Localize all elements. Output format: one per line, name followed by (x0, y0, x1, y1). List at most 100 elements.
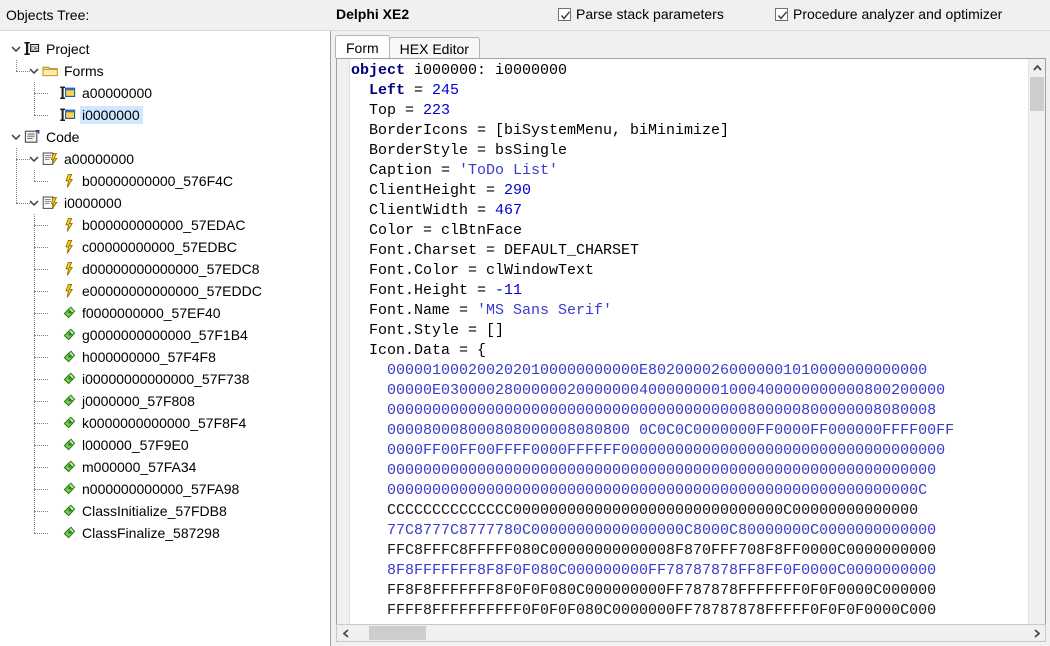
code-line: 000080008000808000008080800 0C0C0C000000… (351, 421, 1029, 441)
tree-item-code[interactable]: Code (0, 126, 330, 148)
tree-guide-line (34, 214, 36, 533)
code-line: FFC8FFFC8FFFFF080C00000000000008F870FFF7… (351, 541, 1029, 561)
procedure-icon (60, 217, 78, 233)
tree-item-h000000000-57f4f8[interactable]: h000000000_57F4F8 (0, 346, 330, 368)
code-token: Caption = (351, 162, 460, 179)
tree-item-label: ClassFinalize_587298 (82, 525, 220, 541)
tree-item-label: i0000000 (64, 195, 122, 211)
code-vertical-scrollbar[interactable] (1028, 59, 1045, 641)
tree-item-e00000000000000-57eddc[interactable]: e00000000000000_57EDDC (0, 280, 330, 302)
method-icon (60, 349, 78, 365)
parse-stack-parameters-checkbox[interactable]: Parse stack parameters (558, 6, 724, 22)
method-icon (60, 503, 78, 519)
code-token: CCCCCCCCCCCCCC00000000000000000000000000… (351, 502, 919, 519)
tree-item-b000000000000-57edac[interactable]: b000000000000_57EDAC (0, 214, 330, 236)
code-line: ClientHeight = 290 (351, 181, 1029, 201)
editor-panel: Form HEX Editor object i000000: i0000000 … (332, 31, 1050, 646)
tree-item-m000000-57fa34[interactable]: m000000_57FA34 (0, 456, 330, 478)
code-line: 0000000000000000000000000000000000000000… (351, 461, 1029, 481)
tree-guide-line (34, 313, 48, 315)
code-line: Font.Charset = DEFAULT_CHARSET (351, 241, 1029, 261)
tree-item-g0000000000000-57f1b4[interactable]: g0000000000000_57F1B4 (0, 324, 330, 346)
tree-item-project[interactable]: DE Project (0, 38, 330, 60)
tree-item-c00000000000-57edbc[interactable]: c00000000000_57EDBC (0, 236, 330, 258)
tree-item-label: m000000_57FA34 (82, 459, 197, 475)
tree-guide-line (34, 335, 48, 337)
code-line: 0000FF00FF00FFFF0000FFFFFF00000000000000… (351, 441, 1029, 461)
code-line: 0000000000000000000000000000000000000000… (351, 481, 1029, 501)
chevron-down-icon[interactable] (8, 129, 24, 145)
code-line: Top = 223 (351, 101, 1029, 121)
code-line: Caption = 'ToDo List' (351, 161, 1029, 181)
checkmark-icon (775, 7, 788, 21)
code-line: 00000E0300002800000020000000400000000100… (351, 381, 1029, 401)
tab-hex-editor[interactable]: HEX Editor (388, 37, 480, 58)
code-token: 00000E0300002800000020000000400000000100… (351, 382, 946, 399)
method-icon (60, 525, 78, 541)
code-line: 8F8FFFFFFF8F8F0F080C000000000FF78787878F… (351, 561, 1029, 581)
scroll-left-icon[interactable] (337, 625, 354, 641)
tree-item-l000000-57f9e0[interactable]: l000000_57F9E0 (0, 434, 330, 456)
code-horizontal-scrollbar[interactable] (336, 624, 1046, 642)
scroll-right-icon[interactable] (1028, 625, 1045, 641)
scroll-up-icon[interactable] (1029, 59, 1045, 76)
tree-item-f0000000000-57ef40[interactable]: f0000000000_57EF40 (0, 302, 330, 324)
tree-item-label: h000000000_57F4F8 (82, 349, 216, 365)
tree-guide-line (34, 115, 48, 117)
procedure-analyzer-label: Procedure analyzer and optimizer (793, 6, 1003, 22)
tree-item-label: Project (46, 41, 90, 57)
tab-form[interactable]: Form (335, 35, 390, 58)
code-token: 245 (432, 82, 460, 99)
code-line: Font.Height = -11 (351, 281, 1029, 301)
code-view-frame: object i000000: i0000000 Left = 245 Top … (336, 58, 1046, 642)
objects-tree-panel[interactable]: DE Project Forms a00000000 i0000000 Code a0000… (0, 31, 331, 646)
tree-item-forms[interactable]: Forms (0, 60, 330, 82)
tree-item-i0000000[interactable]: i0000000 (0, 192, 330, 214)
code-token: Font.Height = (351, 282, 496, 299)
method-icon (60, 327, 78, 343)
method-icon (60, 481, 78, 497)
code-token: 77C8777C8777780C00000000000000000C8000C8… (351, 522, 937, 539)
tree-item-label: c00000000000_57EDBC (82, 239, 237, 255)
code-token: 'MS Sans Serif' (477, 302, 613, 319)
tree-guide-line (16, 71, 30, 73)
tree-item-n000000000000-57fa98[interactable]: n000000000000_57FA98 (0, 478, 330, 500)
tree-item-label: ClassInitialize_57FDB8 (82, 503, 227, 519)
procedure-analyzer-checkbox[interactable]: Procedure analyzer and optimizer (775, 6, 1002, 22)
tree-item-j0000000-57f808[interactable]: j0000000_57F808 (0, 390, 330, 412)
code-token: 223 (423, 102, 451, 119)
tree-item-k0000000000000-57f8f4[interactable]: k0000000000000_57F8F4 (0, 412, 330, 434)
code-token: i000000: i0000000 (414, 62, 568, 79)
app-title: Delphi XE2 (336, 6, 410, 22)
tree-item-i0000000[interactable]: i0000000 (0, 104, 330, 126)
code-line: Font.Color = clWindowText (351, 261, 1029, 281)
code-line: CCCCCCCCCCCCCC00000000000000000000000000… (351, 501, 1029, 521)
code-line: Icon.Data = { (351, 341, 1029, 361)
tree-item-d00000000000000-57edc8[interactable]: d00000000000000_57EDC8 (0, 258, 330, 280)
method-icon (60, 459, 78, 475)
form-source-code[interactable]: object i000000: i0000000 Left = 245 Top … (351, 61, 1029, 621)
vertical-scroll-thumb[interactable] (1030, 77, 1044, 111)
tree-item-b00000000000-576f4c[interactable]: b00000000000_576F4C (0, 170, 330, 192)
tree-guide-line (34, 467, 48, 469)
code-token: 000080008000808000008080800 0C0C0C000000… (351, 422, 955, 439)
code-token: object (351, 62, 415, 79)
code-token: ClientHeight = (351, 182, 505, 199)
code-line: BorderStyle = bsSingle (351, 141, 1029, 161)
code-gutter (337, 59, 350, 641)
tree-item-label: a00000000 (82, 85, 153, 101)
tree-guide-line (34, 511, 48, 513)
code-line: Left = 245 (351, 81, 1029, 101)
code-token: 'ToDo List' (459, 162, 559, 179)
code-token: FFFF8FFFFFFFFFF0F0F0F080C0000000FF787878… (351, 602, 937, 619)
code-line: FFFF8FFFFFFFFFF0F0F0F080C0000000FF787878… (351, 601, 1029, 621)
tree-item-classfinalize-587298[interactable]: ClassFinalize_587298 (0, 522, 330, 544)
horizontal-scroll-thumb[interactable] (369, 626, 426, 640)
tree-item-a00000000[interactable]: a00000000 (0, 82, 330, 104)
tree-guide-line (34, 357, 48, 359)
code-token: 0000FF00FF00FFFF0000FFFFFF00000000000000… (351, 442, 946, 459)
tree-item-classinitialize-57fdb8[interactable]: ClassInitialize_57FDB8 (0, 500, 330, 522)
tree-item-a00000000[interactable]: a00000000 (0, 148, 330, 170)
chevron-down-icon[interactable] (8, 41, 24, 57)
tree-item-i00000000000000-57f738[interactable]: i00000000000000_57F738 (0, 368, 330, 390)
